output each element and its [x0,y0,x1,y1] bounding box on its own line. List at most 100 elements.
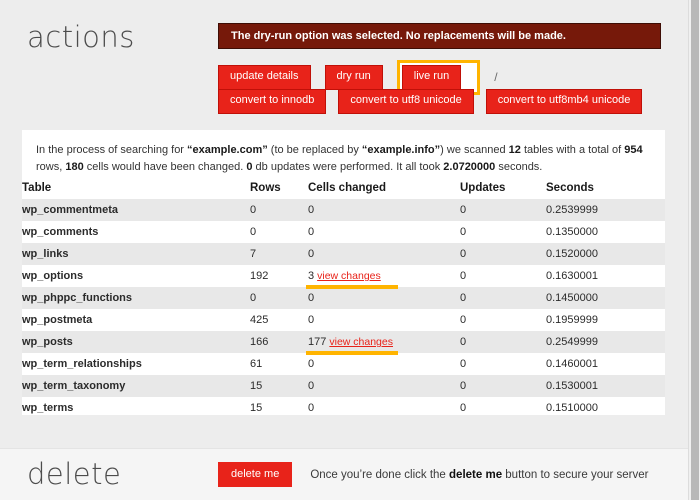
cell-seconds: 0.1510000 [546,397,665,415]
delete-hint-strong: delete me [449,469,502,481]
cell-rows-count: 0 [250,221,308,243]
table-row: wp_phppc_functions0000.1450000 [22,287,665,309]
cell-cells-changed: 177view changes [308,331,460,353]
results-table-body: wp_commentmeta0000.2539999wp_comments000… [22,199,665,415]
search-summary-text: In the process of searching for “example… [22,130,665,178]
page-title: actions [27,20,135,54]
cell-rows-count: 166 [250,331,308,353]
summary-text-4: tables with a total of [521,144,624,156]
view-changes-highlight [306,351,398,355]
cell-updates-count: 0 [460,243,546,265]
cell-updates-count: 0 [460,331,546,353]
cell-seconds: 0.1630001 [546,265,665,287]
delete-section: delete delete me Once you’re done click … [0,448,688,500]
summary-text-8: seconds. [495,161,542,173]
cell-updates-count: 0 [460,265,546,287]
cell-updates-count: 0 [460,397,546,415]
convert-utf8mb4-button[interactable]: convert to utf8mb4 unicode [486,89,643,114]
results-table-head: Table Rows Cells changed Updates Seconds [22,178,665,199]
cell-table-name: wp_terms [22,397,250,415]
cell-rows-count: 425 [250,309,308,331]
cell-rows-count: 7 [250,243,308,265]
cell-cells-changed: 0 [308,287,460,309]
cell-seconds: 0.1350000 [546,221,665,243]
cell-seconds: 0.1450000 [546,287,665,309]
results-panel: In the process of searching for “example… [22,130,665,415]
delete-me-button[interactable]: delete me [218,462,292,487]
table-row: wp_terms15000.1510000 [22,397,665,415]
dry-run-button[interactable]: dry run [325,65,383,90]
summary-text-5: rows, [36,161,65,173]
cell-cells-changed: 0 [308,353,460,375]
delete-title: delete [27,457,121,491]
cell-updates-count: 0 [460,221,546,243]
delete-hint-part-2: button to secure your server [502,469,648,481]
summary-text-2: (to be replaced by [268,144,362,156]
scrollbar-thumb[interactable] [691,0,699,500]
summary-replace-term: “example.info” [362,144,440,156]
view-changes-link[interactable]: view changes [317,270,381,282]
cell-table-name: wp_comments [22,221,250,243]
convert-action-button-row: convert to innodb convert to utf8 unicode… [218,89,654,114]
cell-rows-count: 61 [250,353,308,375]
summary-total-rows: 954 [624,144,642,156]
cell-cells-changed: 0 [308,199,460,221]
cells-changed-count: 3 [308,270,314,282]
cell-rows-count: 0 [250,287,308,309]
cell-rows-count: 15 [250,397,308,415]
delete-hint-part-1: Once you’re done click the [310,469,449,481]
table-row: wp_posts166177view changes 00.2549999 [22,331,665,353]
cells-changed-with-link: 3view changes [308,270,381,282]
cell-seconds: 0.1959999 [546,309,665,331]
cell-updates-count: 0 [460,199,546,221]
column-header-updates: Updates [460,178,546,199]
cell-cells-changed: 0 [308,375,460,397]
cell-table-name: wp_term_taxonomy [22,375,250,397]
table-row: wp_links7000.1520000 [22,243,665,265]
cell-seconds: 0.1530001 [546,375,665,397]
cell-table-name: wp_postmeta [22,309,250,331]
cells-changed-with-link: 177view changes [308,336,393,348]
cell-seconds: 0.2539999 [546,199,665,221]
results-table: Table Rows Cells changed Updates Seconds… [22,178,665,415]
cell-updates-count: 0 [460,353,546,375]
cell-updates-count: 0 [460,375,546,397]
summary-search-term: “example.com” [187,144,268,156]
table-row: wp_options1923view changes00.1630001 [22,265,665,287]
summary-cells-changed: 180 [65,161,83,173]
column-header-rows: Rows [250,178,308,199]
view-changes-link[interactable]: view changes [329,336,393,348]
summary-text-1: In the process of searching for [36,144,187,156]
summary-text-3: ) we scanned [440,144,508,156]
cell-updates-count: 0 [460,287,546,309]
cell-cells-changed: 3view changes [308,265,460,287]
cell-table-name: wp_links [22,243,250,265]
column-header-seconds: Seconds [546,178,665,199]
page-scrollbar[interactable] [688,0,700,500]
summary-text-6: cells would have been changed. [84,161,247,173]
cell-table-name: wp_commentmeta [22,199,250,221]
column-header-table: Table [22,178,250,199]
table-row: wp_postmeta425000.1959999 [22,309,665,331]
dry-run-alert-banner: The dry-run option was selected. No repl… [218,23,661,49]
cell-seconds: 0.1520000 [546,243,665,265]
actions-section: actions The dry-run option was selected.… [0,0,688,448]
cells-changed-count: 177 [308,336,326,348]
cell-rows-count: 15 [250,375,308,397]
live-run-button[interactable]: live run [402,65,461,90]
table-row: wp_term_taxonomy15000.1530001 [22,375,665,397]
summary-text-7: db updates were performed. It all took [253,161,444,173]
button-separator: / [494,70,497,84]
convert-utf8-button[interactable]: convert to utf8 unicode [338,89,473,114]
cell-table-name: wp_term_relationships [22,353,250,375]
summary-elapsed-seconds: 2.0720000 [443,161,495,173]
table-row: wp_term_relationships61000.1460001 [22,353,665,375]
cell-table-name: wp_posts [22,331,250,353]
update-details-button[interactable]: update details [218,65,311,90]
cell-seconds: 0.2549999 [546,331,665,353]
view-changes-highlight [306,285,398,289]
cell-table-name: wp_phppc_functions [22,287,250,309]
cell-updates-count: 0 [460,309,546,331]
convert-innodb-button[interactable]: convert to innodb [218,89,326,114]
alert-message: The dry-run option was selected. No repl… [231,30,566,42]
